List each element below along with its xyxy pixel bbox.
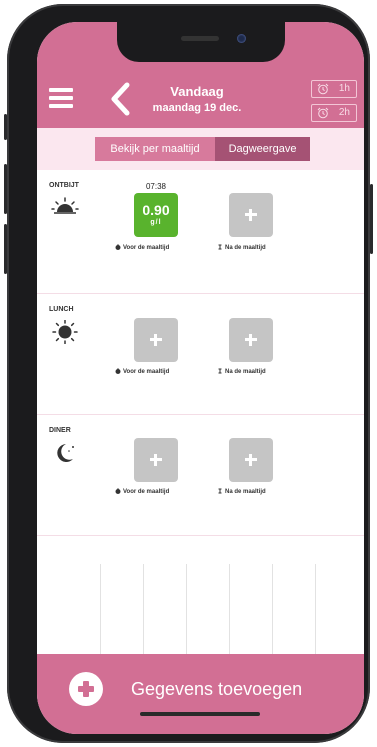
- grid-line: [100, 564, 101, 654]
- add-after-meal-button[interactable]: [229, 318, 273, 362]
- meal-label: ONTBIJT: [49, 182, 79, 189]
- moon-icon: [57, 444, 74, 462]
- date-subtitle: maandag 19 dec.: [152, 102, 242, 114]
- apple-icon: [115, 368, 121, 374]
- glucose-reading-tile[interactable]: 0.90 g/l: [134, 193, 178, 237]
- back-arrow-icon[interactable]: [109, 82, 133, 116]
- caption-text: Na de maaltijd: [225, 489, 266, 495]
- header-title-block: Vandaag maandag 19 dec.: [137, 84, 257, 114]
- before-meal-caption: Voor de maaltijd: [115, 488, 169, 495]
- sunrise-icon: [51, 197, 79, 214]
- alarm-clock-icon: [317, 83, 329, 95]
- sun-icon: [52, 320, 78, 344]
- caption-text: Voor de maaltijd: [123, 489, 170, 495]
- speaker: [181, 36, 219, 41]
- caption-text: Na de maaltijd: [225, 245, 266, 251]
- meal-label: LUNCH: [49, 306, 74, 313]
- caption-text: Voor de maaltijd: [123, 245, 170, 251]
- apple-icon: [115, 244, 121, 250]
- add-data-bar[interactable]: Gegevens toevoegen: [37, 654, 364, 734]
- caption-text: Na de maaltijd: [225, 369, 266, 375]
- notch: [117, 22, 285, 62]
- app-screen: Vandaag maandag 19 dec. 1h 2h Bekijk per…: [37, 22, 364, 734]
- mute-switch: [4, 114, 7, 140]
- add-before-meal-button[interactable]: [134, 318, 178, 362]
- view-toggle-bar: Bekijk per maaltijd Dagweergave: [37, 128, 364, 170]
- reminder-label: 1h: [338, 83, 350, 94]
- after-meal-caption: Na de maaltijd: [217, 244, 266, 251]
- before-meal-caption: Voor de maaltijd: [115, 244, 169, 251]
- add-after-meal-button[interactable]: [229, 438, 273, 482]
- page-title: Vandaag: [170, 84, 224, 99]
- grid-line: [229, 564, 230, 654]
- volume-up-button: [4, 164, 7, 214]
- plus-circle-icon: [69, 672, 103, 706]
- reminder-label: 2h: [338, 107, 350, 118]
- meal-section-dinner: DINER Voor de maaltijd Na de maaltijd: [37, 415, 364, 536]
- apple-core-icon: [218, 368, 222, 374]
- grid-line: [272, 564, 273, 654]
- measurement-time: 07:38: [145, 182, 167, 191]
- phone-frame: Vandaag maandag 19 dec. 1h 2h Bekijk per…: [4, 4, 373, 743]
- volume-down-button: [4, 224, 7, 274]
- meal-section-lunch: LUNCH Voor de maaltijd Na de maaltijd: [37, 294, 364, 415]
- add-data-label: Gegevens toevoegen: [131, 679, 303, 699]
- day-grid: [37, 552, 364, 654]
- add-after-meal-button[interactable]: [229, 193, 273, 237]
- grid-line: [315, 564, 316, 654]
- before-meal-caption: Voor de maaltijd: [115, 368, 169, 375]
- alarm-clock-icon: [317, 107, 329, 119]
- add-before-meal-button[interactable]: [134, 438, 178, 482]
- home-indicator[interactable]: [140, 712, 260, 716]
- reminder-2h-button[interactable]: 2h: [311, 104, 357, 122]
- power-button: [370, 184, 373, 254]
- meal-section-breakfast: ONTBIJT 07:38 0.90 g/l Voor de maaltijd …: [37, 170, 364, 294]
- reminder-1h-button[interactable]: 1h: [311, 80, 357, 98]
- apple-icon: [115, 488, 121, 494]
- glucose-value: 0.90: [142, 202, 170, 218]
- caption-text: Voor de maaltijd: [123, 369, 170, 375]
- after-meal-caption: Na de maaltijd: [217, 488, 266, 495]
- tab-day-view[interactable]: Dagweergave: [215, 137, 310, 161]
- glucose-unit: g/l: [150, 219, 162, 226]
- menu-icon[interactable]: [49, 88, 73, 108]
- apple-core-icon: [218, 244, 222, 250]
- grid-line: [186, 564, 187, 654]
- camera: [237, 34, 246, 43]
- apple-core-icon: [218, 488, 222, 494]
- grid-line: [143, 564, 144, 654]
- after-meal-caption: Na de maaltijd: [217, 368, 266, 375]
- tab-per-meal[interactable]: Bekijk per maaltijd: [95, 137, 215, 161]
- meal-label: DINER: [49, 427, 71, 434]
